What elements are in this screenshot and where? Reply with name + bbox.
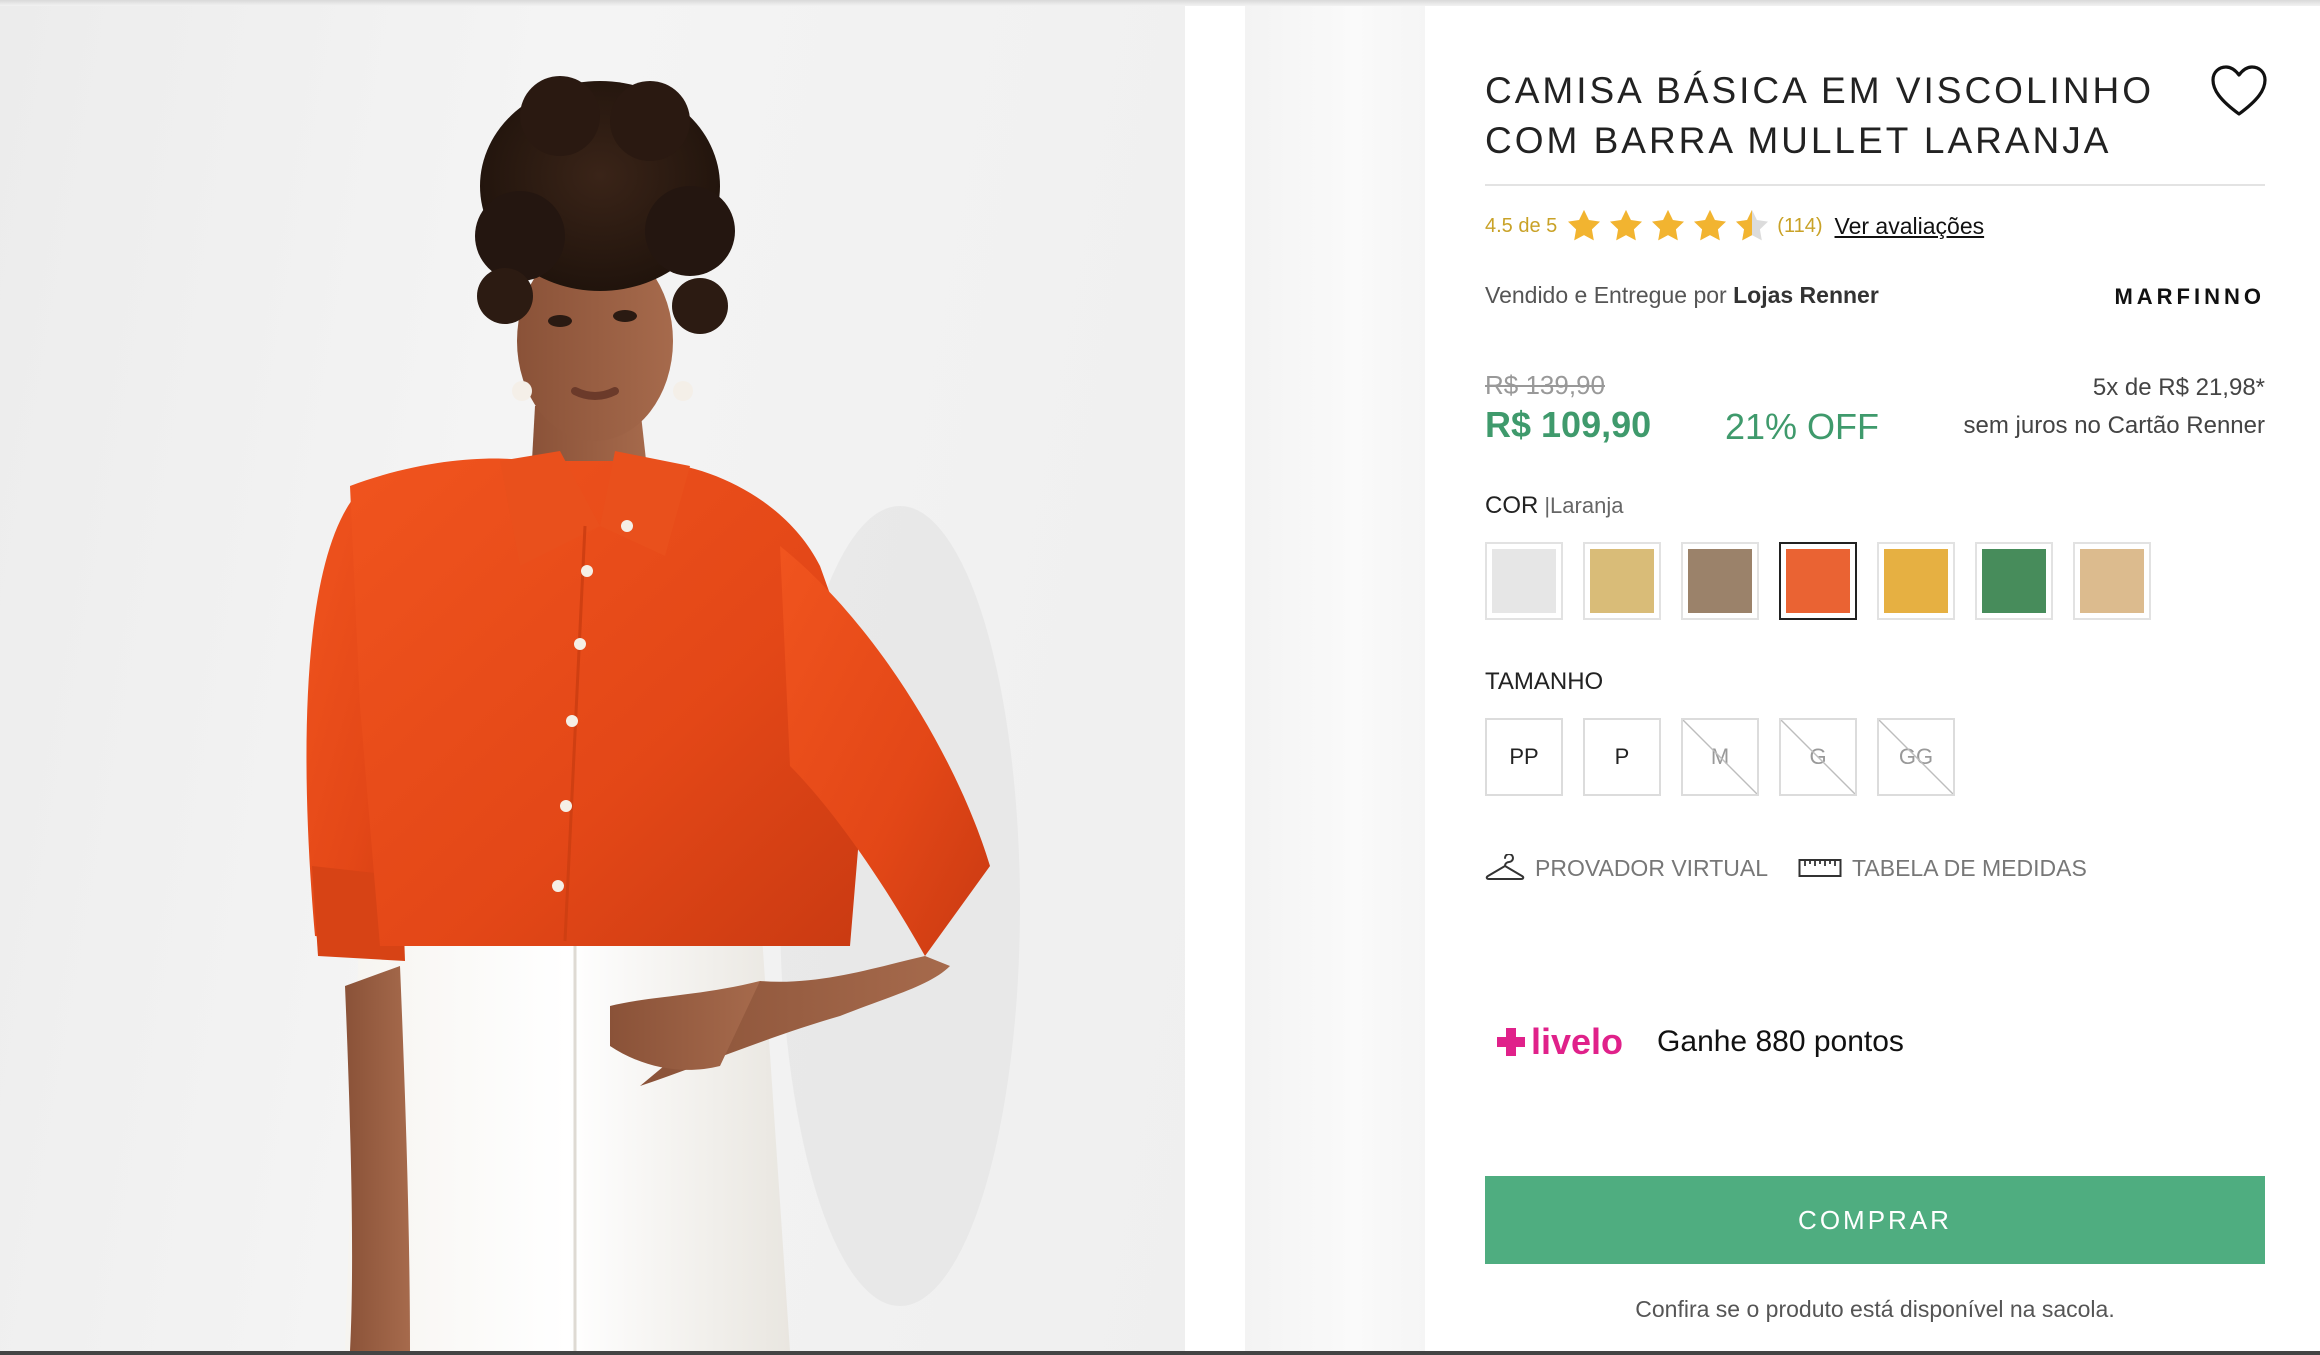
unavailable-slash-icon (1683, 720, 1757, 794)
color-swatch-fill (1492, 549, 1556, 613)
installments-note: sem juros no Cartão Renner (1963, 412, 2265, 439)
size-option[interactable]: G (1779, 718, 1857, 796)
color-swatch[interactable] (1583, 542, 1661, 620)
livelo-logo: livelo (1495, 1021, 1623, 1063)
virtual-fitting-label: PROVADOR VIRTUAL (1535, 854, 1769, 881)
color-swatch-fill (1590, 549, 1654, 613)
product-details-panel: CAMISA BÁSICA EM VISCOLINHO COM BARRA MU… (1485, 6, 2268, 1351)
color-swatch[interactable] (2073, 542, 2151, 620)
size-option-label: PP (1509, 744, 1539, 769)
size-options: PPPMGGG (1485, 718, 1955, 796)
star-icon (1610, 209, 1643, 241)
color-swatch-fill (1884, 549, 1948, 613)
livelo-logo-text: livelo (1531, 1021, 1624, 1062)
star-icon (1652, 209, 1685, 241)
brand-logo[interactable]: MARFINNO (2114, 284, 2265, 310)
product-title: CAMISA BÁSICA EM VISCOLINHO COM BARRA MU… (1485, 70, 2155, 161)
color-swatch[interactable] (1877, 542, 1955, 620)
livelo-cross-icon (1497, 1028, 1525, 1056)
color-swatch[interactable] (1681, 542, 1759, 620)
rating-row: 4.5 de 5 (114) Ver avaliações (1485, 206, 1984, 246)
title-divider (1485, 184, 2265, 186)
seller-name: Lojas Renner (1733, 282, 1879, 308)
current-price: R$ 109,90 (1485, 404, 1652, 445)
size-label: TAMANHO (1485, 668, 1604, 695)
seller-info: Vendido e Entregue por Lojas Renner (1485, 282, 1879, 309)
size-chart-label: TABELA DE MEDIDAS (1852, 854, 2087, 881)
installments: 5x de R$ 21,98* (2092, 374, 2265, 401)
color-swatches (1485, 542, 2151, 620)
rating-text: 4.5 de 5 (1485, 214, 1558, 237)
buy-button[interactable]: COMPRAR (1485, 1176, 2265, 1264)
color-swatch[interactable] (1975, 542, 2053, 620)
discount-badge: 21% OFF (1725, 406, 1880, 447)
secondary-image-strip[interactable] (1245, 6, 1425, 1351)
fit-tools: PROVADOR VIRTUAL TABELA DE MEDIDAS (1485, 854, 2087, 882)
model-photo (306, 76, 1020, 1351)
star-icon (1694, 209, 1727, 241)
color-label: COR |Laranja (1485, 492, 1623, 520)
color-swatch-fill (1982, 549, 2046, 613)
size-option-label: P (1614, 744, 1630, 769)
size-chart-button[interactable]: TABELA DE MEDIDAS (1798, 855, 2087, 882)
size-option[interactable]: P (1583, 718, 1661, 796)
points-text: Ganhe 880 pontos (1657, 1025, 1904, 1058)
unavailable-slash-icon (1879, 720, 1953, 794)
color-swatch[interactable] (1485, 542, 1563, 620)
color-label-text: COR (1485, 492, 1539, 519)
product-image[interactable] (0, 6, 1185, 1351)
size-option[interactable]: GG (1877, 718, 1955, 796)
size-option[interactable]: PP (1485, 718, 1563, 796)
color-swatch-fill (2080, 549, 2144, 613)
heart-icon (2211, 65, 2267, 116)
seller-prefix: Vendido e Entregue por (1485, 282, 1727, 308)
favorite-button[interactable] (2210, 64, 2268, 118)
color-swatch-fill (1688, 549, 1752, 613)
star-icon (1568, 209, 1601, 241)
review-count: (114) (1777, 214, 1823, 237)
color-swatch[interactable] (1779, 542, 1857, 620)
view-reviews-link[interactable]: Ver avaliações (1835, 213, 1985, 240)
unavailable-slash-icon (1781, 720, 1855, 794)
old-price: R$ 139,90 (1485, 370, 1605, 400)
size-option[interactable]: M (1681, 718, 1759, 796)
ruler-icon (1798, 859, 1842, 877)
availability-note: Confira se o produto está disponível na … (1635, 1296, 2115, 1322)
half-star-icon (1736, 209, 1769, 241)
virtual-fitting-button[interactable]: PROVADOR VIRTUAL (1485, 854, 1768, 882)
hanger-icon (1485, 854, 1525, 880)
livelo-points: livelo Ganhe 880 pontos (1495, 1021, 1904, 1063)
bottom-border (0, 1351, 2320, 1355)
selected-color: |Laranja (1544, 493, 1624, 518)
rating-stars (1565, 207, 1771, 245)
color-swatch-fill (1786, 549, 1850, 613)
